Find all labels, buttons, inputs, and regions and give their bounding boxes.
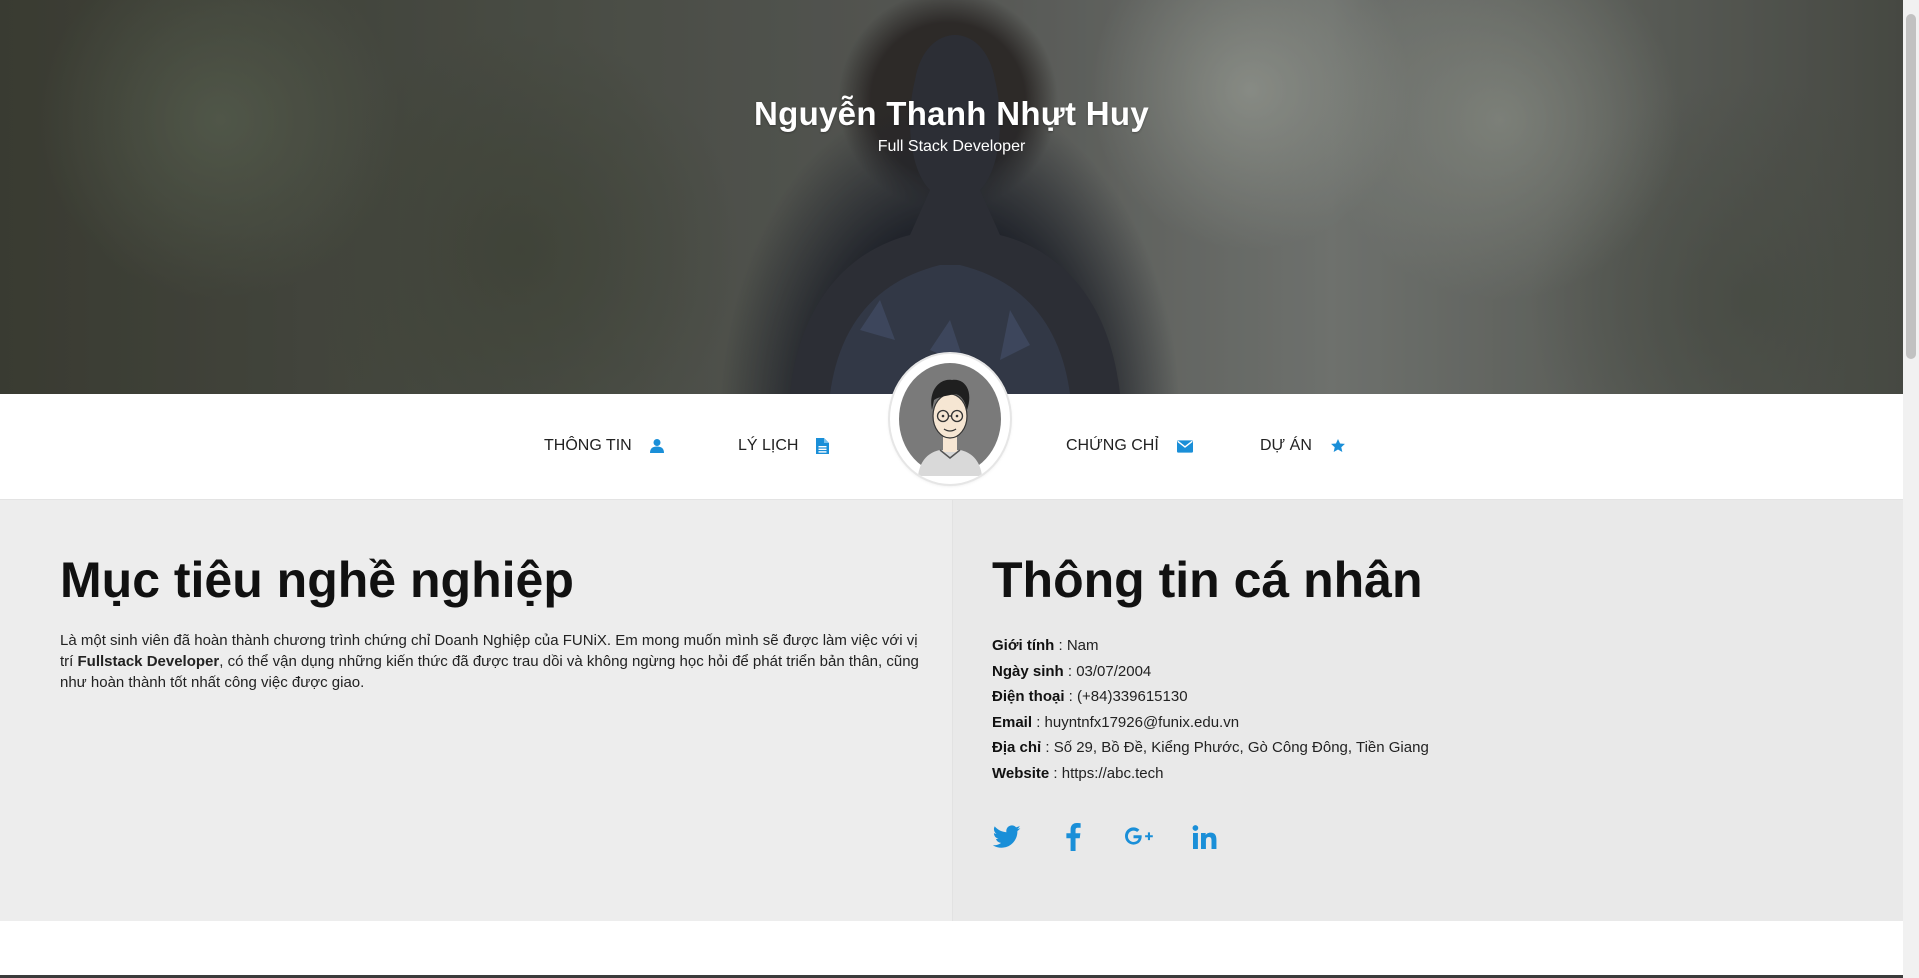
personal-info-title: Thông tin cá nhân bbox=[992, 552, 1423, 608]
user-icon bbox=[649, 438, 666, 454]
info-row-address: Địa chỉ : Số 29, Bồ Đề, Kiểng Phước, Gò … bbox=[992, 739, 1429, 756]
nav-label: THÔNG TIN bbox=[544, 437, 632, 454]
objective-title: Mục tiêu nghề nghiệp bbox=[60, 552, 574, 608]
info-row-phone: Điện thoại : (+84)339615130 bbox=[992, 688, 1188, 705]
nav-label: DỰ ÁN bbox=[1260, 437, 1312, 454]
file-icon bbox=[816, 438, 832, 454]
nav-label: CHỨNG CHỈ bbox=[1066, 437, 1159, 454]
twitter-icon[interactable] bbox=[992, 822, 1022, 852]
scrollbar-thumb[interactable] bbox=[1906, 14, 1916, 359]
profile-avatar bbox=[890, 354, 1010, 484]
nav-item-ly-lich[interactable]: LÝ LỊCH bbox=[738, 431, 832, 461]
hero-banner: Nguyễn Thanh Nhựt Huy Full Stack Develop… bbox=[0, 0, 1903, 394]
hero-person-silhouette bbox=[790, 35, 1120, 394]
info-row-website: Website : https://abc.tech bbox=[992, 764, 1164, 782]
star-icon bbox=[1330, 438, 1346, 454]
linkedin-icon[interactable] bbox=[1190, 822, 1220, 852]
objective-highlight: Fullstack Developer bbox=[77, 653, 220, 670]
objective-panel: Mục tiêu nghề nghiệp Là một sinh viên đã… bbox=[0, 500, 952, 921]
google-plus-icon[interactable] bbox=[1124, 822, 1154, 852]
personal-info-list: Giới tính : Nam Ngày sinh : 03/07/2004 Đ… bbox=[992, 633, 1852, 786]
nav-item-chung-chi[interactable]: CHỨNG CHỈ bbox=[1066, 431, 1193, 461]
personal-info-panel: Thông tin cá nhân Giới tính : Nam Ngày s… bbox=[952, 500, 1904, 921]
nav-item-thong-tin[interactable]: THÔNG TIN bbox=[544, 431, 666, 461]
facebook-icon[interactable] bbox=[1058, 822, 1088, 852]
info-row-email: Email : huyntnfx17926@funix.edu.vn bbox=[992, 713, 1240, 731]
hero-name: Nguyễn Thanh Nhựt Huy bbox=[753, 95, 1150, 132]
about-section: Mục tiêu nghề nghiệp Là một sinh viên đã… bbox=[0, 500, 1904, 921]
social-links bbox=[992, 822, 1852, 852]
nav-label: LÝ LỊCH bbox=[738, 437, 799, 454]
objective-text: Là một sinh viên đã hoàn thành chương tr… bbox=[60, 632, 919, 691]
info-row-birthday: Ngày sinh : 03/07/2004 bbox=[992, 662, 1152, 680]
info-row-gender: Giới tính : Nam bbox=[992, 637, 1099, 654]
hero-role: Full Stack Developer bbox=[877, 138, 1026, 155]
envelope-icon bbox=[1176, 438, 1193, 454]
nav-item-du-an[interactable]: DỰ ÁN bbox=[1260, 431, 1346, 461]
